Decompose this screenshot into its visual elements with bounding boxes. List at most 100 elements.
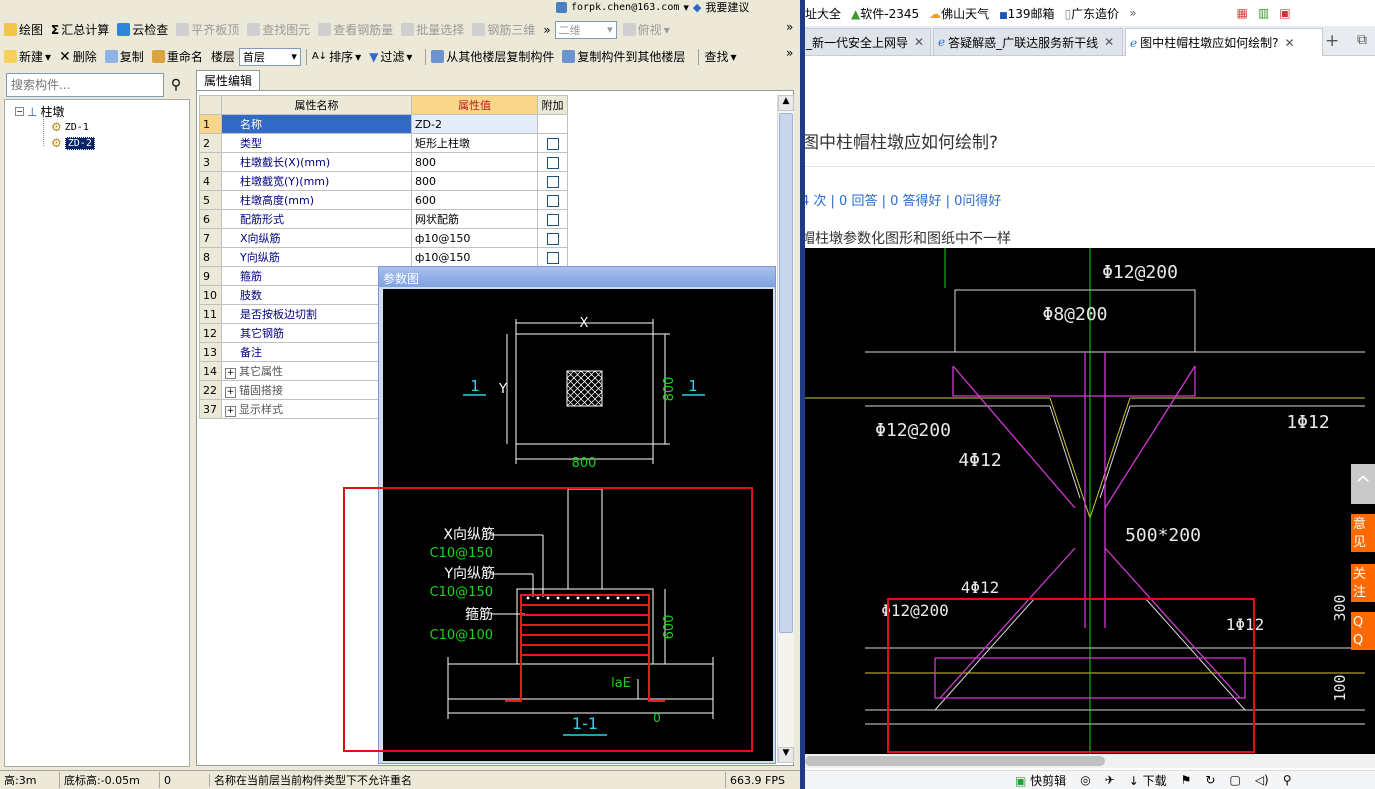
view-rebar-button[interactable]: 查看钢筋量 <box>318 21 393 38</box>
feedback-button[interactable]: 意见反馈 <box>1351 514 1375 552</box>
batch-select-button[interactable]: 批量选择 <box>401 21 464 38</box>
expand-icon[interactable]: + <box>225 387 236 398</box>
zoom-icon[interactable]: ⚲ <box>1283 773 1292 787</box>
question-stats[interactable]: 4 次 | 0 回答 | 0 答得好 | 0问得好 <box>805 190 1001 209</box>
bookmark-3[interactable]: ☁佛山天气 <box>929 5 989 22</box>
search-icon[interactable]: ⚲ <box>166 74 186 96</box>
draw-button[interactable]: 绘图 <box>4 21 43 38</box>
speed-icon[interactable]: ◎ <box>1080 773 1090 787</box>
toolbar2-overflow-icon[interactable]: » <box>786 46 793 60</box>
bookmarks-more[interactable]: » <box>1129 6 1136 20</box>
browser-tab-2[interactable]: ℯ 答疑解惑_广联达服务新干线 ✕ <box>933 28 1123 55</box>
rebar-3d-button[interactable]: 钢筋三维 <box>472 21 535 38</box>
property-value[interactable]: 800 <box>411 171 538 191</box>
view-direction-button[interactable]: 俯视 ▾ <box>622 21 670 38</box>
extra-checkbox[interactable] <box>546 232 559 245</box>
suggest-link[interactable]: 我要建议 <box>705 0 749 15</box>
download-button[interactable]: ↓ 下载 <box>1129 772 1167 789</box>
dropdown-arrow-icon[interactable]: ▾ <box>683 1 689 14</box>
property-name[interactable]: 柱墩高度(mm) <box>221 190 412 210</box>
bookmark-1[interactable]: 址大全 <box>805 5 841 22</box>
new-tab-button[interactable]: + <box>1325 31 1339 51</box>
copy-to-floor-button[interactable]: 复制构件到其他楼层 <box>562 48 685 65</box>
scroll-up-icon[interactable]: ▲ <box>778 95 794 111</box>
copy-from-floor-button[interactable]: 从其他楼层复制构件 <box>431 48 554 65</box>
clip-button[interactable]: ▣ 快剪辑 <box>1015 772 1066 789</box>
toolbar1-overflow-icon[interactable]: » <box>786 20 793 34</box>
user-email[interactable]: forpk.chen@163.com <box>571 2 679 13</box>
new-button[interactable]: 新建 ▾ <box>4 48 51 65</box>
refresh-icon[interactable]: ↻ <box>1205 773 1215 787</box>
property-row[interactable]: 2 类型 矩形上柱墩 <box>199 133 568 153</box>
property-name[interactable]: 柱墩截宽(Y)(mm) <box>221 171 412 191</box>
extra-checkbox[interactable] <box>546 194 559 207</box>
find-button[interactable]: 查找 ▾ <box>704 48 736 65</box>
extra-checkbox[interactable] <box>546 137 559 150</box>
bell-icon[interactable]: ◆ <box>693 1 701 14</box>
property-name[interactable]: 配筋形式 <box>221 209 412 229</box>
copy-button[interactable]: 复制 <box>104 48 144 65</box>
extra-checkbox[interactable] <box>546 175 559 188</box>
param-dialog-title[interactable]: 参数图 <box>379 267 775 287</box>
follow-button[interactable]: 关注我们 <box>1351 564 1375 602</box>
restore-tab-icon[interactable]: ⧉ <box>1357 32 1367 48</box>
property-row[interactable]: 3 柱墩截长(X)(mm) 800 <box>199 152 568 172</box>
page-hscroll-thumb[interactable] <box>805 756 1105 766</box>
summary-button[interactable]: Σ 汇总计算 <box>51 21 109 38</box>
volume-icon[interactable]: ◁) <box>1255 773 1269 787</box>
property-row[interactable]: 8 Y向纵筋 ф10@150 <box>199 247 568 267</box>
apps-icon[interactable]: ▦ <box>1237 6 1248 20</box>
property-value[interactable]: 800 <box>411 152 538 172</box>
extra-checkbox[interactable] <box>546 156 559 169</box>
bookmark-2[interactable]: ▲软件-2345 <box>851 5 919 22</box>
browser-tab-3[interactable]: ℯ 图中柱帽柱墩应如何绘制? ✕ <box>1125 28 1323 56</box>
property-value[interactable]: ф10@150 <box>411 228 538 248</box>
property-row[interactable]: 1 名称 ZD-2 <box>199 114 568 134</box>
qq-button[interactable]: QQ咨询 <box>1351 612 1375 650</box>
extra-checkbox[interactable] <box>546 213 559 226</box>
rename-button[interactable]: 重命名 <box>151 48 203 65</box>
align-top-button[interactable]: 平齐板顶 <box>176 21 239 38</box>
property-row[interactable]: 5 柱墩高度(mm) 600 <box>199 190 568 210</box>
close-icon[interactable]: ✕ <box>1104 35 1114 49</box>
flag-icon[interactable]: ⚑ <box>1181 773 1192 787</box>
tree-item-zd2[interactable]: ⚙ ZD-2 <box>51 136 95 150</box>
property-value[interactable]: ф10@150 <box>411 247 538 267</box>
property-name[interactable]: 类型 <box>221 133 412 153</box>
extra-checkbox[interactable] <box>546 251 559 264</box>
property-value[interactable]: 网状配筋 <box>411 209 538 229</box>
browser-tab-1[interactable]: _新一代安全上网导 ✕ <box>805 28 931 55</box>
view-mode-select[interactable]: 二维 ▾ <box>554 20 617 39</box>
window-icon[interactable]: ▢ <box>1229 773 1240 787</box>
property-value[interactable]: 矩形上柱墩 <box>411 133 538 153</box>
tab-property-edit[interactable]: 属性编辑 <box>196 70 260 90</box>
expand-icon[interactable]: + <box>225 368 236 379</box>
toolbar-overflow-icon[interactable]: » <box>543 23 550 37</box>
property-name[interactable]: 名称 <box>221 114 412 134</box>
property-scrollbar[interactable]: ▲ ▼ <box>777 95 794 763</box>
sort-button[interactable]: A↓ 排序 ▾ <box>312 48 361 65</box>
back-to-top-button[interactable]: ^ <box>1351 464 1375 504</box>
floor-select[interactable]: 首层 ▾ <box>238 47 301 66</box>
filter-button[interactable]: ▼ 过滤 ▾ <box>369 48 412 65</box>
expand-icon[interactable]: + <box>225 406 236 417</box>
property-row[interactable]: 4 柱墩截宽(Y)(mm) 800 <box>199 171 568 191</box>
property-row[interactable]: 7 X向纵筋 ф10@150 <box>199 228 568 248</box>
property-value[interactable]: 600 <box>411 190 538 210</box>
scroll-down-icon[interactable]: ▼ <box>778 747 794 763</box>
scroll-thumb[interactable] <box>779 113 793 633</box>
property-name[interactable]: 柱墩截长(X)(mm) <box>221 152 412 172</box>
tree-item-zd1[interactable]: ⚙ ZD-1 <box>51 120 89 134</box>
find-element-button[interactable]: 查找图元 <box>247 21 310 38</box>
property-value[interactable]: ZD-2 <box>411 114 538 134</box>
tree-root[interactable]: − ⊥ 柱墩 <box>15 103 64 120</box>
property-row[interactable]: 6 配筋形式 网状配筋 <box>199 209 568 229</box>
bookmark-5[interactable]: ▯广东造价 <box>1065 5 1120 22</box>
reader-icon[interactable]: ▥ <box>1258 6 1269 20</box>
bookmark-4[interactable]: ■139邮箱 <box>999 5 1054 22</box>
component-search-input[interactable] <box>6 73 164 97</box>
close-icon[interactable]: ✕ <box>1284 36 1294 50</box>
pin-icon[interactable]: ✈ <box>1105 773 1115 787</box>
delete-button[interactable]: ✕ 删除 <box>59 48 97 65</box>
collapse-icon[interactable]: − <box>15 107 24 116</box>
